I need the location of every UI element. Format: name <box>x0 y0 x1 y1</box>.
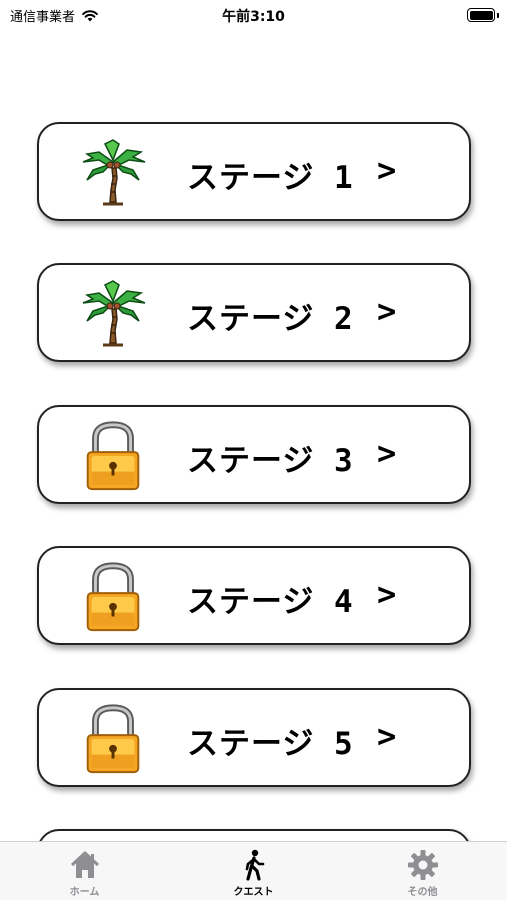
chevron-right-icon: > <box>377 717 397 755</box>
tab-bar: ホーム クエスト その他 <box>0 841 507 900</box>
padlock-icon <box>79 702 147 776</box>
stage-5-button[interactable]: ステージ 5 > <box>37 688 471 787</box>
tab-home[interactable]: ホーム <box>0 842 169 900</box>
tab-quest[interactable]: クエスト <box>169 842 338 900</box>
stage-1-button[interactable]: ステージ 1 > <box>37 122 471 221</box>
stage-label: ステージ 3 <box>187 443 354 479</box>
status-time: 午前3:10 <box>222 9 285 25</box>
stage-4-button[interactable]: ステージ 4 > <box>37 546 471 645</box>
stage-3-button[interactable]: ステージ 3 > <box>37 405 471 504</box>
chevron-right-icon: > <box>377 292 397 330</box>
chevron-right-icon: > <box>377 151 397 189</box>
stage-2-button[interactable]: ステージ 2 > <box>37 263 471 362</box>
palm-tree-icon <box>81 138 147 206</box>
tab-label: クエスト <box>233 887 274 898</box>
stage-list[interactable]: ステージ 1 > ステージ 2 > ステージ 3 > ステージ 4 > ステージ… <box>0 120 507 841</box>
tab-other[interactable]: その他 <box>338 842 507 900</box>
stage-label: ステージ 4 <box>187 584 354 620</box>
battery-icon <box>467 8 499 22</box>
palm-tree-icon <box>81 279 147 347</box>
chevron-right-icon: > <box>377 575 397 613</box>
walking-person-icon <box>245 849 264 881</box>
padlock-icon <box>79 560 147 634</box>
gear-icon <box>407 850 438 880</box>
tab-label: ホーム <box>69 887 100 898</box>
stage-6-button-partial[interactable] <box>37 829 471 841</box>
padlock-icon <box>79 419 147 493</box>
stage-label: ステージ 1 <box>187 160 354 196</box>
chevron-right-icon: > <box>377 434 397 472</box>
status-bar: 通信事業者 午前3:10 <box>0 0 507 30</box>
stage-label: ステージ 5 <box>187 726 354 762</box>
home-icon <box>70 851 99 878</box>
stage-label: ステージ 2 <box>187 301 354 337</box>
tab-label: その他 <box>407 887 438 898</box>
